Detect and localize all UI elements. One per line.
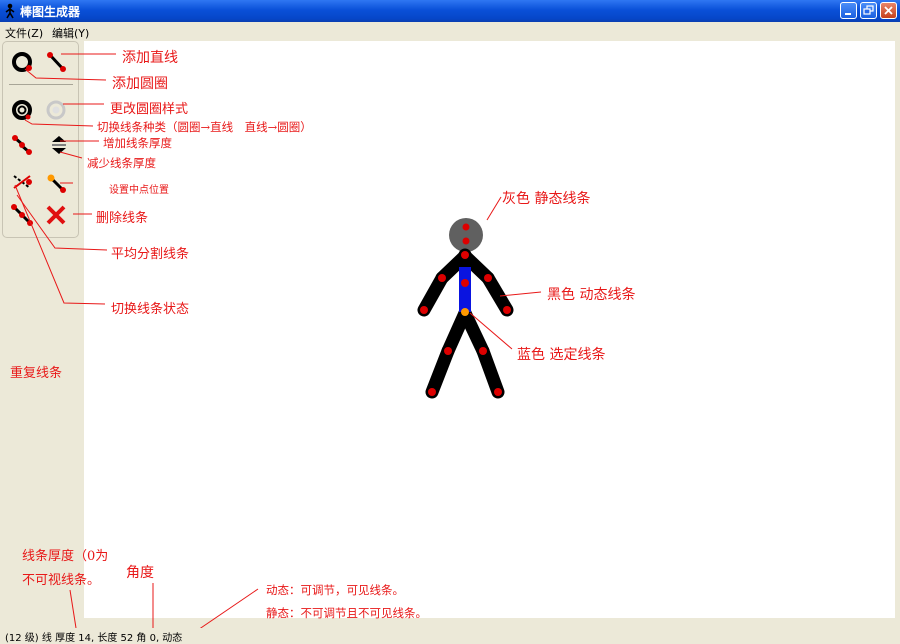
head-circle-static[interactable]	[449, 218, 483, 252]
annotation-change-circle-style: 更改圆圈样式	[110, 102, 189, 117]
restore-button[interactable]	[860, 2, 877, 19]
hip-joint-selected	[461, 308, 469, 316]
annotation-set-center: 设置中点位置	[109, 185, 169, 196]
right-elbow-joint	[484, 274, 492, 282]
title-bar: 棒图生成器	[0, 0, 900, 22]
add-circle-icon[interactable]	[9, 49, 35, 75]
menu-bar: 文件(Z) 编辑(Y)	[0, 22, 900, 40]
annotation-add-circle: 添加圆圈	[112, 76, 168, 92]
annotation-toggle-line-type: 切换线条种类（圆圈→直线 直线→圆圈）	[97, 120, 312, 134]
left-shin[interactable]	[425, 344, 455, 399]
restore-icon	[863, 5, 874, 15]
minimize-icon	[845, 13, 851, 15]
tool-panel	[2, 41, 79, 238]
annotation-blue-selected: 蓝色 选定线条	[517, 347, 606, 363]
annotation-black-dynamic: 黑色 动态线条	[547, 287, 636, 303]
annotation-increase-thickness: 增加线条厚度	[103, 136, 172, 150]
tool-divider	[9, 84, 73, 85]
annotation-static-note: 静态：不可调节且不可见线条。	[266, 606, 427, 620]
toggle-state-icon[interactable]	[9, 202, 35, 228]
right-foot-joint	[494, 388, 502, 396]
left-hand-joint	[420, 306, 428, 314]
close-icon	[884, 6, 893, 15]
annotation-angle: 角度	[126, 565, 154, 581]
right-shin[interactable]	[476, 344, 505, 399]
toggle-type-icon[interactable]	[9, 132, 35, 158]
circle-style-icon[interactable]	[9, 97, 35, 123]
split-line-icon[interactable]	[9, 170, 35, 196]
right-knee-joint	[479, 347, 487, 355]
annotation-gray-static: 灰色 静态线条	[502, 191, 591, 207]
status-bar: (12 级) 线 厚度 14, 长度 52 角 0, 动态	[0, 628, 900, 644]
thickness-arrows-icon[interactable]	[46, 132, 72, 158]
menu-edit[interactable]: 编辑(Y)	[52, 25, 89, 41]
head-joint-top	[462, 223, 470, 231]
set-center-icon[interactable]	[43, 170, 69, 196]
stickman-app-icon	[5, 3, 15, 19]
annotation-dynamic-note: 动态：可调节，可见线条。	[266, 583, 404, 597]
circle-style-faded-icon[interactable]	[43, 97, 69, 123]
neck-joint	[461, 251, 469, 259]
left-forearm[interactable]	[417, 271, 449, 317]
annotation-split-line: 平均分割线条	[111, 247, 190, 262]
menu-file[interactable]: 文件(Z)	[5, 25, 43, 41]
annotation-delete-line: 删除线条	[96, 211, 149, 226]
annotation-thickness-note-1: 线条厚度（0为	[22, 549, 109, 564]
add-line-icon[interactable]	[43, 49, 69, 75]
head-joint-center	[462, 237, 470, 245]
annotation-decrease-thickness: 减少线条厚度	[87, 156, 156, 170]
window-title: 棒图生成器	[20, 5, 81, 19]
left-foot-joint	[428, 388, 436, 396]
left-knee-joint	[444, 347, 452, 355]
right-forearm[interactable]	[481, 271, 514, 317]
left-elbow-joint	[438, 274, 446, 282]
annotation-add-line: 添加直线	[122, 50, 178, 66]
delete-icon[interactable]	[43, 202, 69, 228]
chest-joint	[461, 279, 469, 287]
minimize-button[interactable]	[840, 2, 857, 19]
status-text: (12 级) 线 厚度 14, 长度 52 角 0, 动态	[5, 633, 183, 644]
close-button[interactable]	[880, 2, 897, 19]
annotation-toggle-state: 切换线条状态	[111, 302, 190, 317]
annotation-repeat-line: 重复线条	[10, 366, 63, 381]
annotation-thickness-note-2: 不可视线条。	[22, 573, 101, 588]
right-hand-joint	[503, 306, 511, 314]
